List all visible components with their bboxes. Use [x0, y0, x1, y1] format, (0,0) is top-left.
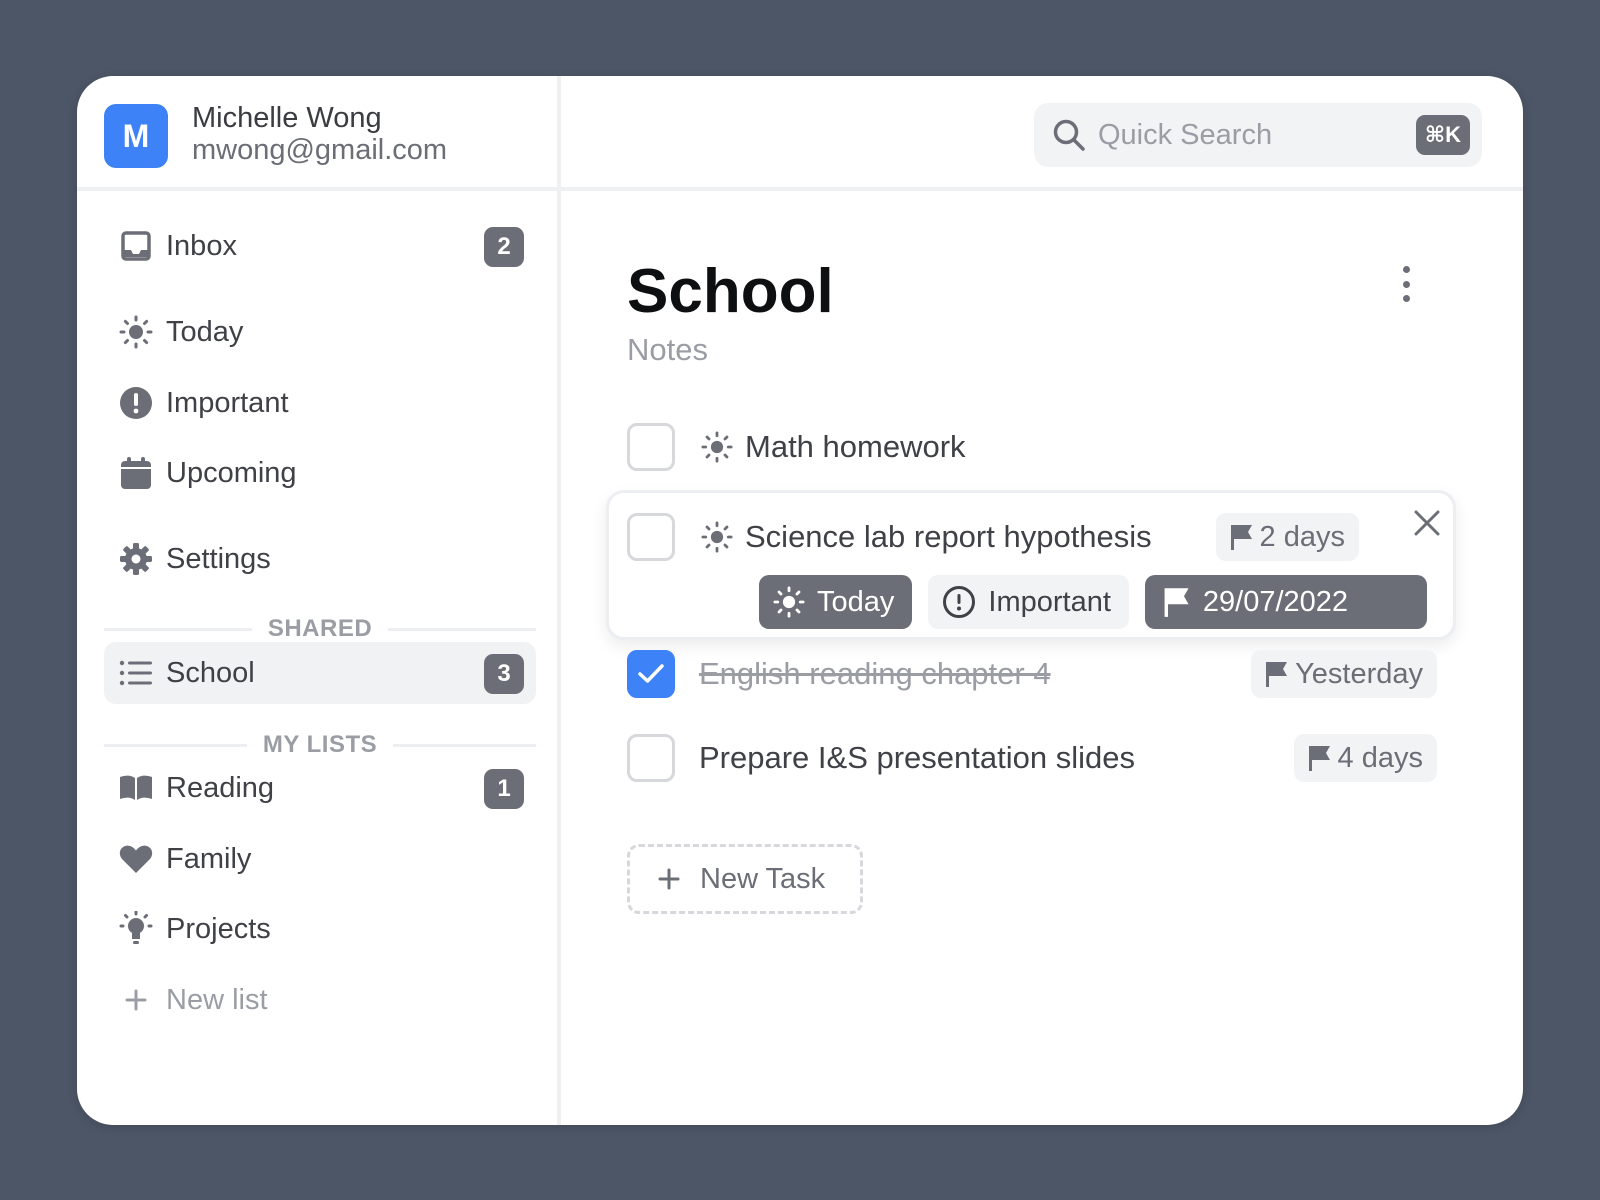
dot — [1402, 295, 1410, 302]
sidebar-item-label: School — [166, 656, 255, 689]
task-item[interactable]: Prepare I&S presentation slides 4 days — [627, 728, 1437, 788]
task-checkbox[interactable] — [627, 734, 675, 782]
new-task-label: New Task — [700, 862, 826, 895]
sidebar-item-inbox[interactable]: Inbox 2 — [104, 215, 536, 277]
task-item[interactable]: Math homework — [627, 417, 1437, 477]
divider — [104, 627, 252, 631]
task-title: Science lab report hypothesis — [745, 519, 1152, 554]
sidebar-item-label: Reading — [166, 771, 275, 804]
exclamation-circle-icon — [116, 383, 156, 423]
dot — [1402, 280, 1410, 288]
sun-icon — [116, 312, 156, 352]
sidebar-item-label: Settings — [166, 542, 271, 575]
task-checkbox[interactable] — [627, 513, 675, 561]
new-list-button[interactable]: New list — [104, 969, 536, 1031]
app-window: M Michelle Wong mwong@gmail.com Inbox 2 … — [77, 76, 1523, 1125]
section-label: MY LISTS — [262, 731, 378, 758]
flag-icon — [1230, 525, 1252, 550]
sidebar-item-family[interactable]: Family — [104, 828, 536, 890]
due-date-badge[interactable]: 2 days — [1215, 513, 1359, 561]
section-header-my-lists: MY LISTS — [104, 730, 536, 760]
due-date-badge[interactable]: 4 days — [1293, 734, 1437, 782]
search-input[interactable] — [1098, 118, 1398, 152]
expanded-task-card[interactable]: Science lab report hypothesis 2 days Tod… — [606, 490, 1456, 640]
list-icon — [116, 653, 156, 693]
count-badge: 1 — [484, 769, 524, 809]
keyboard-shortcut-badge: ⌘K — [1415, 115, 1470, 155]
dot — [1402, 266, 1410, 273]
sun-icon — [699, 429, 735, 465]
task-title: Math homework — [745, 429, 966, 464]
flag-icon — [1266, 662, 1288, 687]
top-bar: ⌘K — [561, 76, 1523, 191]
count-badge: 3 — [484, 654, 524, 694]
divider — [104, 743, 247, 747]
sidebar: M Michelle Wong mwong@gmail.com Inbox 2 … — [77, 76, 561, 1125]
page-title: School — [627, 257, 834, 326]
user-name: Michelle Wong — [192, 102, 382, 134]
chip-label: Today — [817, 585, 895, 618]
main-content: ⌘K School Notes Math homework Science la… — [561, 76, 1523, 1125]
sidebar-item-today[interactable]: Today — [104, 301, 536, 363]
divider — [388, 627, 536, 631]
user-email: mwong@gmail.com — [192, 134, 448, 166]
sidebar-item-projects[interactable]: Projects — [104, 898, 536, 960]
due-date-badge[interactable]: Yesterday — [1251, 650, 1437, 698]
task-title: English reading chapter 4 — [699, 656, 1051, 691]
avatar[interactable]: M — [104, 104, 168, 168]
sidebar-item-important[interactable]: Important — [104, 372, 536, 434]
more-options-button[interactable] — [1391, 266, 1421, 302]
today-toggle[interactable]: Today — [759, 575, 913, 629]
task-attribute-chips: Today Important 29/07/2022 — [759, 575, 1427, 629]
sidebar-item-reading[interactable]: Reading 1 — [104, 757, 536, 819]
task-item[interactable]: English reading chapter 4 Yesterday — [627, 644, 1437, 704]
due-label: 4 days — [1337, 741, 1423, 774]
heart-icon — [116, 839, 156, 879]
sun-icon — [699, 519, 735, 555]
sidebar-item-label: Projects — [166, 912, 271, 945]
new-list-label: New list — [166, 983, 268, 1016]
book-icon — [116, 768, 156, 808]
page-subtitle[interactable]: Notes — [627, 332, 708, 368]
flag-icon — [1308, 746, 1330, 771]
task-checkbox[interactable] — [627, 650, 675, 698]
plus-icon — [654, 864, 684, 894]
plus-icon — [116, 980, 156, 1020]
lightbulb-icon — [116, 909, 156, 949]
exclamation-circle-icon — [943, 586, 976, 618]
sidebar-item-school[interactable]: School 3 — [104, 642, 536, 704]
sun-icon — [773, 586, 805, 618]
checkmark-icon — [638, 664, 664, 683]
new-task-button[interactable]: New Task — [627, 844, 863, 914]
chip-label: 29/07/2022 — [1202, 585, 1349, 618]
due-label: Yesterday — [1295, 657, 1423, 690]
search-icon — [1050, 116, 1088, 154]
count-badge: 2 — [484, 227, 524, 267]
sidebar-item-label: Family — [166, 842, 252, 875]
close-icon[interactable] — [1407, 503, 1447, 543]
task-checkbox[interactable] — [627, 423, 675, 471]
chip-label: Important — [988, 585, 1111, 618]
sidebar-item-upcoming[interactable]: Upcoming — [104, 442, 536, 504]
inbox-icon — [116, 226, 156, 266]
calendar-icon — [116, 453, 156, 493]
task-item[interactable]: Science lab report hypothesis 2 days — [627, 507, 1437, 567]
flag-icon — [1164, 588, 1189, 617]
sidebar-item-settings[interactable]: Settings — [104, 528, 536, 590]
sidebar-item-label: Inbox — [166, 229, 237, 262]
user-profile[interactable]: M Michelle Wong mwong@gmail.com — [77, 76, 557, 191]
section-label: SHARED — [267, 615, 373, 642]
important-toggle[interactable]: Important — [928, 575, 1129, 629]
due-label: 2 days — [1259, 520, 1345, 553]
divider — [393, 743, 536, 747]
sidebar-item-label: Upcoming — [166, 456, 297, 489]
section-header-shared: SHARED — [104, 614, 536, 644]
quick-search[interactable]: ⌘K — [1034, 103, 1482, 167]
sidebar-item-label: Important — [166, 386, 289, 419]
due-date-picker[interactable]: 29/07/2022 — [1144, 575, 1427, 629]
task-title: Prepare I&S presentation slides — [699, 740, 1135, 775]
sidebar-item-label: Today — [166, 315, 244, 348]
gear-icon — [116, 539, 156, 579]
